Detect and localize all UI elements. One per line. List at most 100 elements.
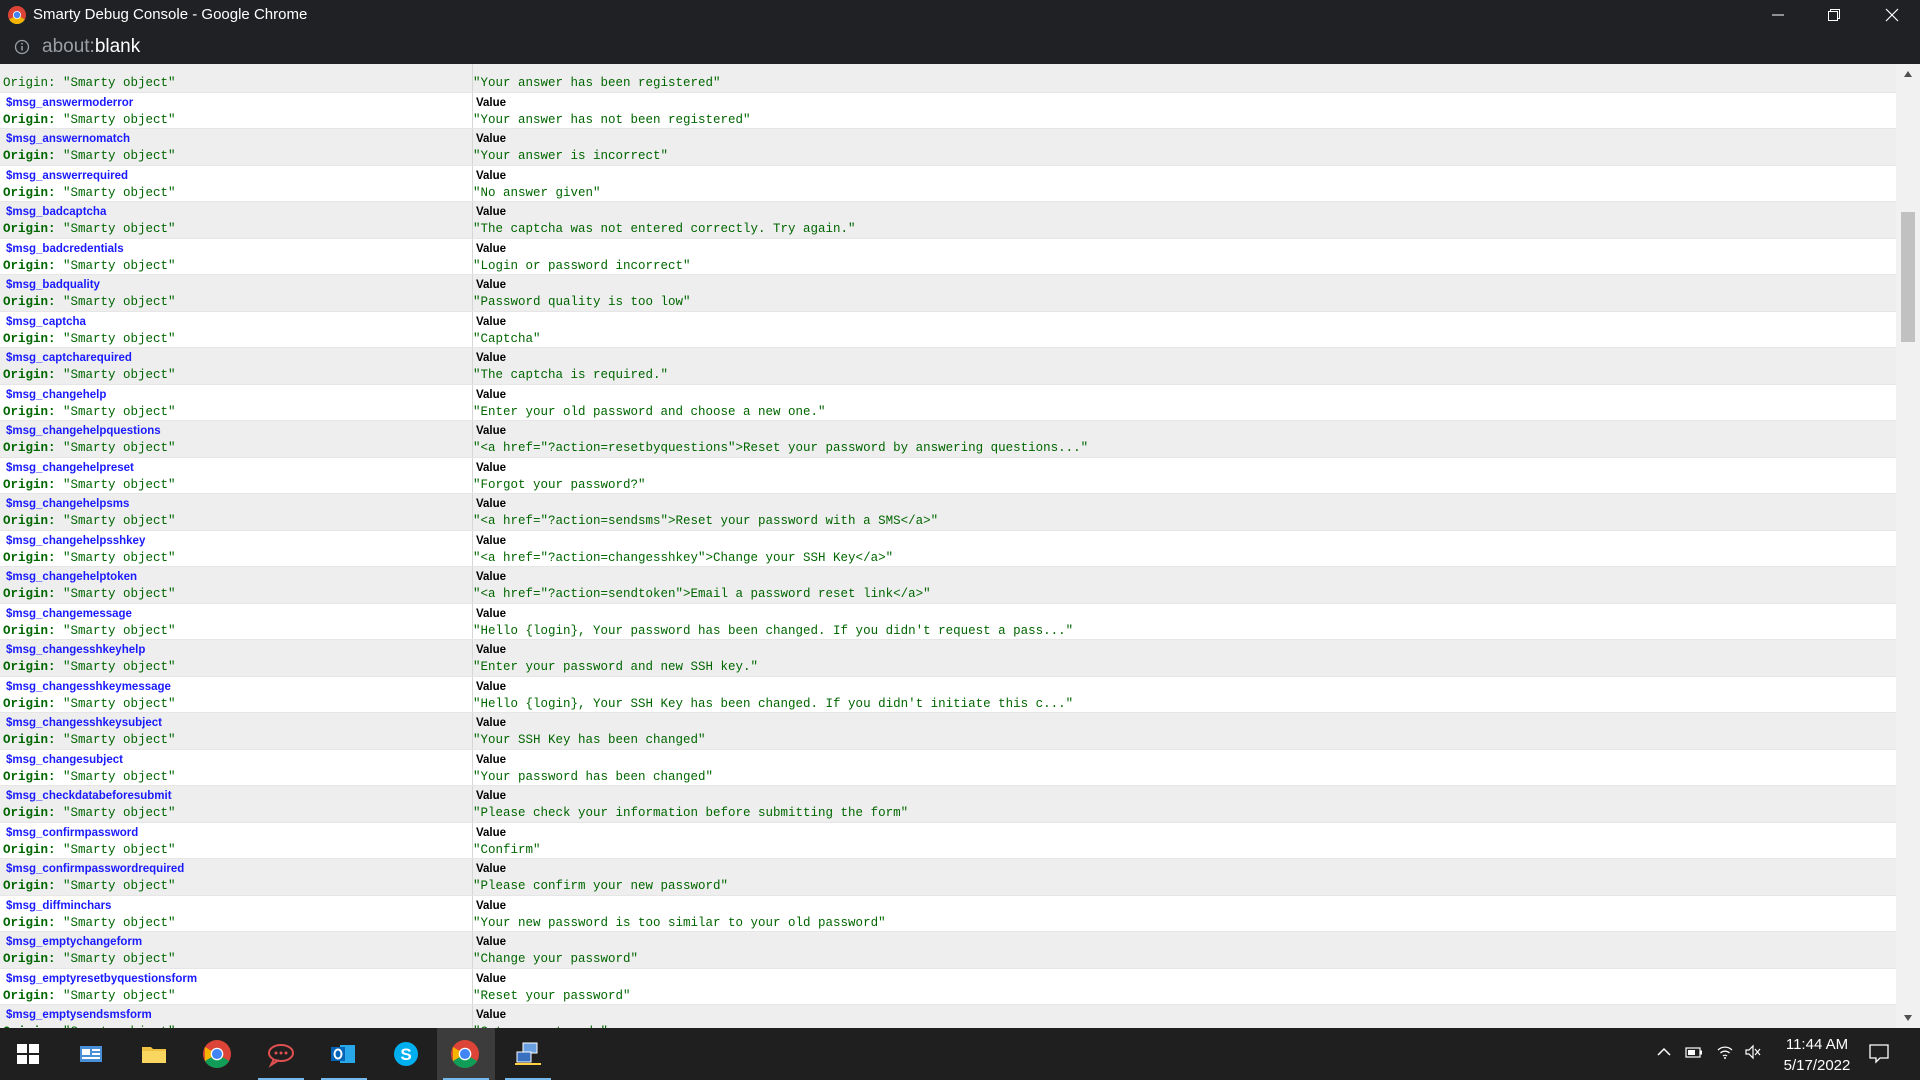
origin-value: "Smarty object" — [63, 514, 176, 528]
table-row: $msg_badcredentials Origin: "Smarty objec… — [0, 238, 1896, 275]
table-row: $msg_changehelpsshkey Origin: "Smarty obj… — [0, 530, 1896, 567]
value-label: Value — [476, 242, 507, 255]
origin-label: Origin: — [3, 769, 56, 784]
value-text: "Please check your information before su… — [473, 806, 909, 820]
variable-name: $msg_changesshkeysubject — [6, 717, 162, 729]
close-button[interactable] — [1864, 0, 1920, 30]
origin-value: "Smarty object" — [63, 660, 176, 674]
variable-name: $msg_answermoderror — [6, 96, 134, 109]
origin-value: "Smarty object" — [63, 149, 176, 163]
value-text: "Your password has been changed" — [473, 769, 714, 784]
origin-value: "Smarty object" — [63, 842, 176, 857]
table-row: $msg_badcaptcha Origin: "Smarty object" Va… — [0, 202, 1896, 239]
taskbar-chrome-active[interactable] — [437, 1028, 495, 1080]
origin-value: "Smarty object" — [63, 185, 176, 200]
taskbar-remote-desktop[interactable] — [499, 1028, 557, 1080]
origin-text: Origin: "Smarty object" — [3, 806, 176, 820]
table-row: $msg_captcharequired Origin: "Smarty obje… — [0, 348, 1896, 385]
show-hidden-icons-chevron-icon[interactable] — [1656, 1044, 1672, 1060]
start-button[interactable] — [0, 1028, 58, 1080]
origin-label: Origin: — [3, 696, 56, 711]
taskbar: S 11:44 AM 5/17/2022 — [0, 1028, 1920, 1080]
origin-text: Origin: "Smarty object" — [3, 660, 176, 674]
variable-name: $msg_changesubject — [6, 753, 123, 766]
info-icon[interactable] — [14, 39, 30, 55]
variable-name: $msg_diffminchars — [6, 899, 112, 912]
origin-label: Origin: — [3, 952, 56, 966]
origin-value: "Smarty object" — [63, 222, 176, 236]
url-text[interactable]: about:blank — [42, 36, 140, 58]
notifications-icon[interactable] — [1868, 1042, 1890, 1064]
variable-name: $msg_changehelpreset — [6, 461, 134, 474]
chat-icon — [268, 1044, 294, 1068]
value-label: Value — [476, 680, 507, 693]
origin-text: Origin: "Smarty object" — [3, 259, 176, 273]
origin-label: Origin: — [3, 222, 56, 236]
table-row: $msg_emptychangeform Origin: "Smarty obje… — [0, 932, 1896, 969]
volume-muted-icon[interactable] — [1744, 1044, 1762, 1060]
taskbar-skype[interactable]: S — [378, 1028, 436, 1080]
table-row: $msg_changesshkeyhelp Origin: "Smarty obj… — [0, 640, 1896, 677]
origin-text: Origin: "Smarty object" — [3, 186, 176, 200]
origin-value: "Smarty object" — [63, 112, 176, 127]
chrome-icon — [8, 6, 26, 24]
close-icon — [1885, 8, 1899, 22]
taskbar-chat[interactable] — [252, 1028, 310, 1080]
outlook-icon — [331, 1045, 355, 1063]
origin-text: Origin: "Smarty object" — [3, 441, 176, 455]
origin-text: Origin: "Smarty object" — [3, 843, 176, 857]
url-path: blank — [94, 36, 141, 57]
origin-text: Origin: "Smarty object" — [3, 879, 176, 893]
table-row: $msg_changehelptoken Origin: "Smarty obje… — [0, 567, 1896, 604]
table-row: $msg_emptyresetbyquestionsform Origin: "S… — [0, 968, 1896, 1005]
scroll-down-arrow-icon[interactable] — [1903, 1014, 1913, 1022]
scroll-up-arrow-icon[interactable] — [1903, 70, 1913, 78]
origin-text: Origin: "Smarty object" — [3, 697, 176, 711]
vertical-scrollbar[interactable] — [1896, 64, 1920, 1028]
url-scheme: about: — [42, 36, 95, 57]
value-text: "Change your password" — [473, 952, 639, 966]
variable-name: $msg_changesshkeyhelp — [6, 644, 146, 656]
value-text: "<a href="?action=sendtoken">Email a pas… — [473, 587, 931, 601]
window-title-bar: Smarty Debug Console - Google Chrome — [0, 0, 1920, 30]
value-label: Value — [476, 717, 507, 729]
origin-label: Origin: — [3, 733, 56, 747]
value-label: Value — [476, 279, 507, 291]
system-clock[interactable]: 11:44 AM 5/17/2022 — [1762, 1034, 1872, 1076]
table-row: $msg_answerrequired Origin: "Smarty objec… — [0, 165, 1896, 202]
origin-label: Origin: — [3, 477, 56, 492]
value-label: Value — [476, 790, 507, 802]
taskbar-news[interactable] — [63, 1028, 121, 1080]
scrollbar-thumb[interactable] — [1901, 212, 1915, 342]
restore-button[interactable] — [1806, 0, 1862, 30]
variable-name: $msg_confirmpassword — [6, 826, 139, 839]
variable-name: $msg_badcredentials — [6, 242, 124, 255]
address-bar[interactable]: about:blank — [0, 30, 1920, 64]
table-row: $msg_answernomatch Origin: "Smarty object… — [0, 129, 1896, 166]
variable-name: $msg_checkdatabeforesubmit — [6, 790, 172, 802]
origin-text: Origin: "Smarty object" — [3, 295, 176, 309]
value-text: "Password quality is too low" — [473, 295, 691, 309]
origin-value: "Smarty object" — [63, 733, 176, 747]
origin-label: Origin: — [3, 404, 56, 419]
taskbar-outlook[interactable] — [315, 1028, 373, 1080]
origin-value: "Smarty object" — [63, 368, 176, 382]
origin-text: Origin: "Smarty object" — [3, 916, 176, 930]
battery-icon[interactable] — [1684, 1044, 1704, 1060]
origin-text: Origin: "Smarty object" — [3, 222, 176, 236]
wifi-icon[interactable] — [1716, 1044, 1734, 1060]
restore-icon — [1828, 9, 1840, 21]
origin-text: Origin: "Smarty object" — [3, 624, 176, 638]
variable-name: $msg_answerrequired — [6, 169, 129, 182]
table-row-partial: Origin: "Smarty object" "Your answer has… — [0, 64, 1896, 93]
table-row: $msg_changesshkeysubject Origin: "Smarty … — [0, 713, 1896, 750]
taskbar-file-explorer[interactable] — [126, 1028, 184, 1080]
taskbar-chrome[interactable] — [189, 1028, 247, 1080]
windows-start-icon — [17, 1044, 39, 1064]
origin-text: Origin: "Smarty object" — [3, 113, 176, 127]
table-row: $msg_changemessage Origin: "Smarty object… — [0, 603, 1896, 640]
value-text: "Confirm" — [473, 842, 541, 857]
origin-text: Origin: "Smarty object" — [3, 770, 176, 784]
minimize-button[interactable] — [1750, 0, 1806, 30]
value-text: "Your answer is incorrect" — [473, 149, 669, 163]
